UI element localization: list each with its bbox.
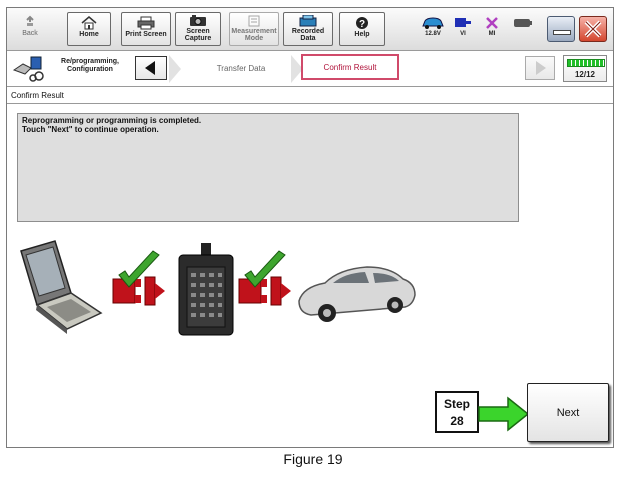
- car-battery-icon: [422, 17, 444, 29]
- back-label: Back: [22, 30, 38, 37]
- mi-label: MI: [488, 31, 496, 37]
- green-arrow-icon: [478, 396, 530, 432]
- step-label: Step: [443, 397, 470, 411]
- recorded-data-label-2: Data: [300, 35, 316, 42]
- message-box: Reprogramming or programming is complete…: [17, 113, 519, 222]
- screen-capture-button[interactable]: Screen Capture: [175, 12, 221, 46]
- home-button[interactable]: Home: [67, 12, 111, 46]
- clipboard-icon: [248, 15, 260, 27]
- plug-check-icon-1: [112, 250, 165, 306]
- svg-text:?: ?: [359, 19, 365, 30]
- laptop-icon: [20, 240, 103, 334]
- right-triangle-icon: [536, 61, 546, 75]
- back-button[interactable]: Back: [11, 12, 49, 46]
- nav-back-button[interactable]: [135, 56, 167, 80]
- message-line-2: Touch "Next" to continue operation.: [22, 125, 159, 134]
- vi-status: VI: [453, 16, 473, 37]
- progress-bar: [567, 59, 605, 67]
- battery-indicator: [512, 16, 534, 31]
- help-button[interactable]: ? Help: [339, 12, 385, 46]
- print-screen-label: Print Screen: [125, 31, 167, 38]
- help-label: Help: [354, 31, 370, 38]
- recorded-data-icon: [299, 15, 317, 27]
- print-screen-button[interactable]: Print Screen: [121, 12, 171, 46]
- measurement-mode-label-2: Mode: [244, 35, 264, 42]
- mi-status: MI: [483, 16, 501, 37]
- progress-indicator: 12/12: [563, 55, 607, 82]
- navigation-bar: Re/programming, Configuration Transfer D…: [7, 51, 613, 87]
- nav-forward-button[interactable]: [525, 56, 555, 80]
- minimize-button[interactable]: [547, 16, 575, 42]
- close-button[interactable]: [579, 16, 607, 42]
- recorded-data-button[interactable]: Recorded Data: [283, 12, 333, 46]
- plug-check-icon-2: [238, 250, 291, 306]
- car-icon: [298, 266, 416, 322]
- measurement-mode-button[interactable]: Measurement Mode: [229, 12, 279, 46]
- home-label: Home: [79, 31, 99, 38]
- home-icon: [81, 16, 97, 30]
- battery-icon: [514, 19, 532, 27]
- page-title: Confirm Result: [7, 87, 613, 104]
- vi-label: VI: [460, 31, 466, 37]
- vi-device-icon: [178, 243, 234, 336]
- app-window: Back Home Print Screen Screen Capture Me…: [6, 7, 614, 448]
- left-triangle-icon: [145, 61, 155, 75]
- step-indicator: Step 28: [435, 391, 479, 433]
- vi-connector-icon: [455, 18, 471, 27]
- camera-icon: [190, 15, 206, 26]
- voltage-value: 12.8V: [425, 31, 441, 37]
- section-label-line-2: Configuration: [67, 66, 113, 73]
- section-label: Re/programming, Configuration: [51, 58, 129, 74]
- recorded-data-label-1: Recorded: [291, 28, 325, 35]
- printer-icon: [137, 16, 155, 30]
- section-label-line-1: Re/programming,: [61, 58, 119, 65]
- help-icon: ?: [356, 17, 368, 30]
- screen-capture-label-1: Screen: [186, 28, 210, 35]
- reprogram-complete-illustration: [20, 240, 416, 336]
- mi-disconnected-icon: [486, 17, 498, 29]
- battery-status: 12.8V: [421, 16, 445, 37]
- reprogramming-icon: [12, 56, 44, 82]
- step-number: 28: [450, 414, 464, 428]
- screen-capture-label-2: Capture: [184, 35, 212, 42]
- next-button[interactable]: Next: [527, 383, 609, 442]
- progress-text: 12/12: [574, 70, 596, 79]
- measurement-mode-label-1: Measurement: [231, 28, 277, 35]
- message-line-1: Reprogramming or programming is complete…: [22, 116, 202, 125]
- close-icon: [584, 20, 602, 38]
- toolbar: Back Home Print Screen Screen Capture Me…: [7, 8, 613, 51]
- back-arrow-icon: [26, 15, 34, 26]
- step-transfer-data: Transfer Data: [216, 63, 266, 73]
- figure-caption: Figure 19: [283, 451, 343, 467]
- step-confirm-result: Confirm Result: [301, 54, 399, 80]
